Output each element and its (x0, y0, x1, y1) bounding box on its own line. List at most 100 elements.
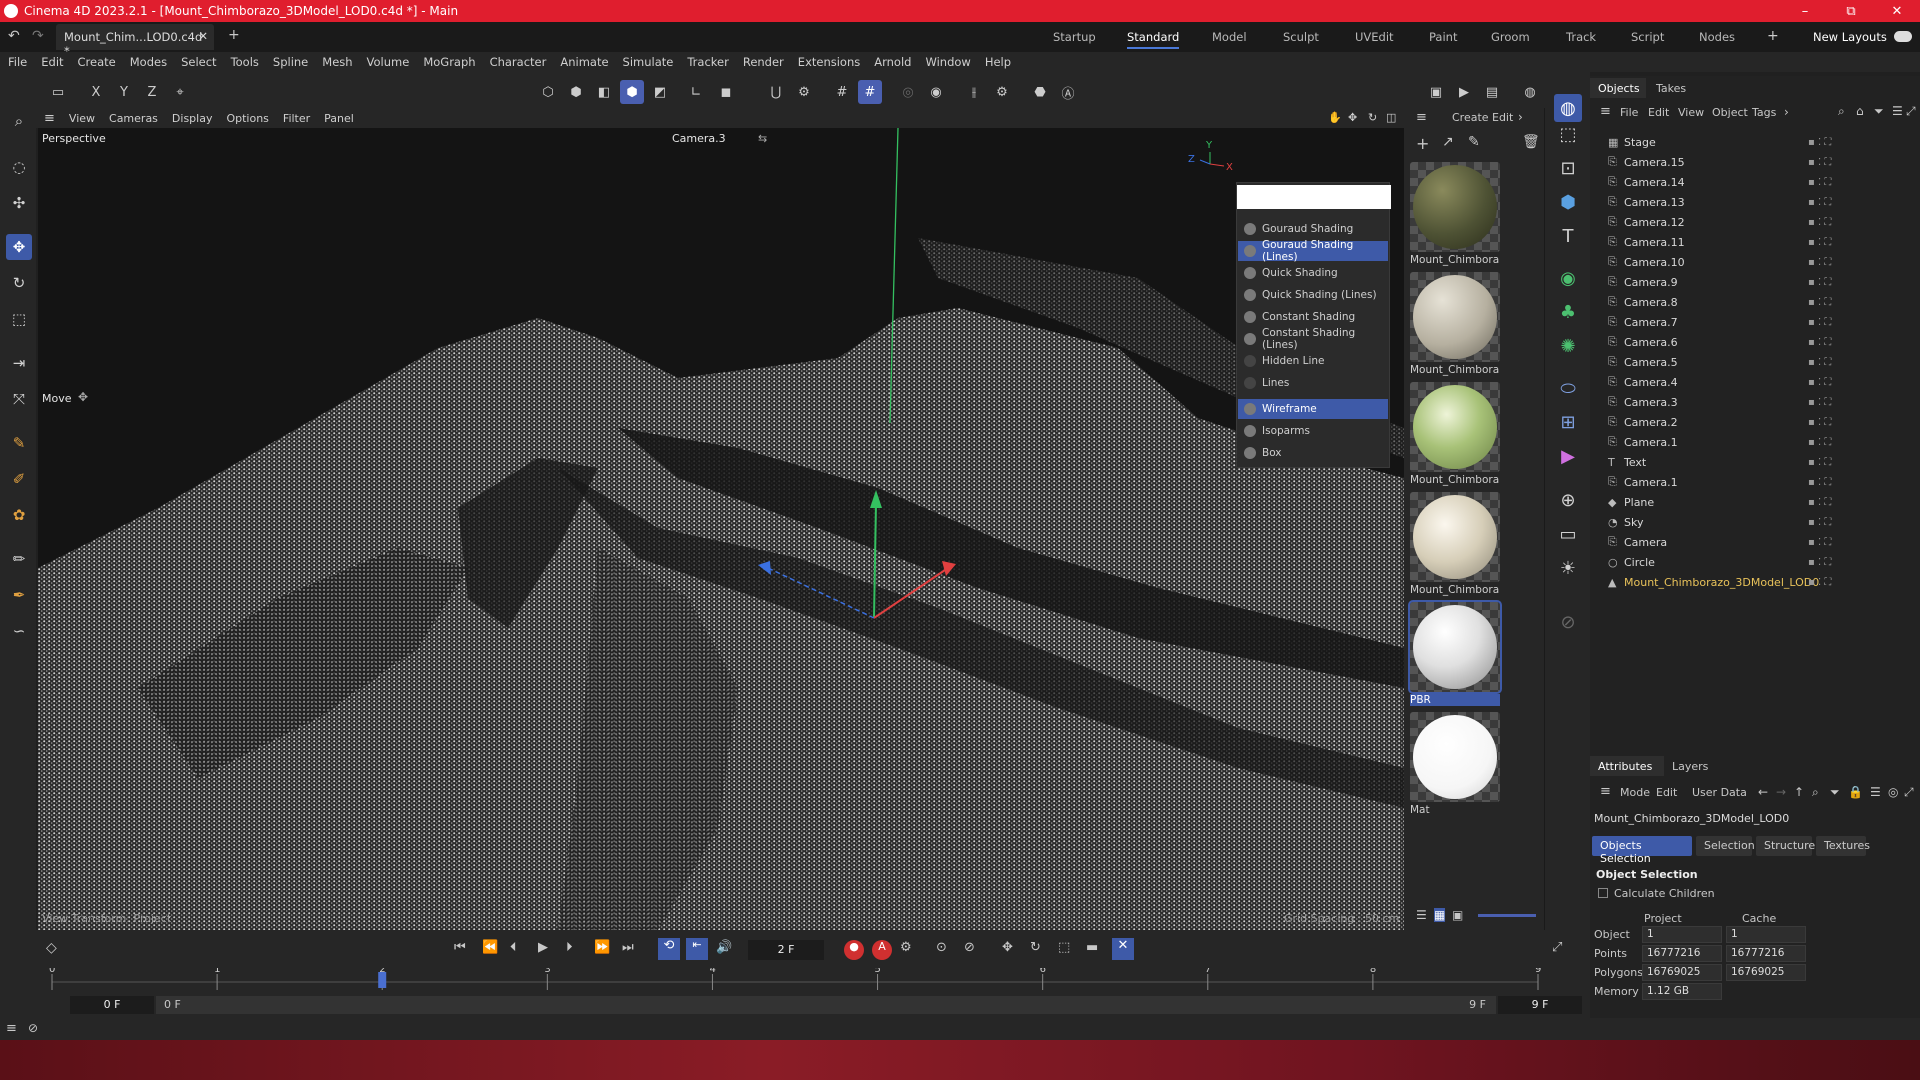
timeline-playhead[interactable] (378, 972, 387, 988)
spline-sketch-icon[interactable]: ✐ (6, 466, 32, 492)
next-key-icon[interactable]: ⏩ (594, 940, 610, 955)
menu-tracker[interactable]: Tracker (687, 55, 729, 69)
status-menu-icon[interactable]: ≡ (6, 1021, 17, 1036)
end-frame-field[interactable]: 9 F (1498, 996, 1582, 1014)
field-icon[interactable]: ⊞ (1554, 408, 1582, 436)
forward-arrow-icon[interactable]: → (1776, 785, 1786, 799)
object-visibility-flags[interactable]: ▪ ⁚ ⛶ (1808, 517, 1831, 528)
scene-camera-icon[interactable]: ▭ (1554, 520, 1582, 548)
viewport-solo-icon[interactable]: ⬣ (1028, 80, 1052, 104)
object-visibility-flags[interactable]: ▪ ⁚ ⛶ (1808, 257, 1831, 268)
prev-key-icon[interactable]: ⏪ (482, 940, 498, 955)
axis-y-button[interactable]: Y (112, 80, 136, 104)
object-row[interactable]: ⎘ Camera.1 ▪ ⁚ ⛶ (1590, 472, 1920, 492)
autokey-icon[interactable]: A (872, 940, 892, 960)
solo-mode-icon[interactable]: ◼ (714, 80, 738, 104)
close-tab-icon[interactable]: ✕ (198, 29, 208, 43)
menu-tools[interactable]: Tools (231, 55, 259, 69)
attributes-menu-user-data[interactable]: User Data (1692, 786, 1747, 799)
objects-menu-edit[interactable]: Edit (1648, 106, 1669, 119)
menu-mograph[interactable]: MoGraph (423, 55, 475, 69)
material-item[interactable]: Mount_Chimbora: (1410, 162, 1500, 266)
shading-quick-lines[interactable]: Quick Shading (Lines) (1238, 285, 1388, 305)
menu-extensions[interactable]: Extensions (798, 55, 860, 69)
layout-groom[interactable]: Groom (1491, 30, 1530, 44)
menu-edit[interactable]: Edit (41, 55, 63, 69)
object-visibility-flags[interactable]: ▪ ⁚ ⛶ (1808, 477, 1831, 488)
objects-options-icon[interactable]: ☰ (1892, 104, 1903, 118)
environment-icon[interactable]: ⊕ (1554, 486, 1582, 514)
arnold-icon[interactable]: Ⓐ (1056, 80, 1080, 104)
layout-toggle[interactable] (1894, 31, 1912, 42)
shading-gouraud-lines[interactable]: Gouraud Shading (Lines) (1238, 239, 1388, 263)
object-visibility-flags[interactable]: ▪ ⁚ ⛶ (1808, 297, 1831, 308)
deformer-icon[interactable]: ⬭ (1554, 374, 1582, 402)
object-row[interactable]: ⎘ Camera.6 ▪ ⁚ ⛶ (1590, 332, 1920, 352)
snap-icon[interactable]: ⋃ (764, 80, 788, 104)
axis-z-button[interactable]: Z (140, 80, 164, 104)
object-row[interactable]: ▲ Mount_Chimborazo_3DModel_LOD0 ▪ ⁚ ⛶ (1590, 572, 1920, 592)
object-row[interactable]: ⎘ Camera.9 ▪ ⁚ ⛶ (1590, 272, 1920, 292)
layout-model[interactable]: Model (1212, 30, 1247, 44)
objects-more-icon[interactable]: › (1784, 105, 1789, 119)
object-row[interactable]: ⎘ Camera ▪ ⁚ ⛶ (1590, 532, 1920, 552)
object-visibility-flags[interactable]: ▪ ⁚ ⛶ (1808, 557, 1831, 568)
object-row[interactable]: ◆ Plane ▪ ⁚ ⛶ (1590, 492, 1920, 512)
shading-quick[interactable]: Quick Shading (1238, 263, 1388, 283)
shading-isoparms[interactable]: Isoparms (1238, 421, 1388, 441)
viewport-menu-panel[interactable]: Panel (324, 112, 354, 125)
quantize-icon[interactable]: ◉ (924, 80, 948, 104)
key-position-icon[interactable]: ⊙ (936, 940, 947, 955)
objects-home-icon[interactable]: ⌂ (1856, 104, 1864, 118)
axis-mode-icon[interactable]: ∟ (684, 80, 708, 104)
coordinate-system-icon[interactable]: ⌖ (168, 80, 192, 104)
sound-icon[interactable]: 🔊 (716, 940, 732, 955)
object-visibility-flags[interactable]: ▪ ⁚ ⛶ (1808, 577, 1831, 588)
layout-paint[interactable]: Paint (1429, 30, 1457, 44)
object-visibility-flags[interactable]: ▪ ⁚ ⛶ (1808, 537, 1831, 548)
objects-filter-icon[interactable]: ⏷ (1874, 104, 1884, 119)
mograph-cloner-icon[interactable]: ♣ (1554, 298, 1582, 326)
menu-character[interactable]: Character (490, 55, 547, 69)
text-tool-icon[interactable]: T (1554, 222, 1582, 250)
key-param-icon[interactable]: ▬ (1086, 940, 1098, 955)
object-visibility-flags[interactable]: ▪ ⁚ ⛶ (1808, 197, 1831, 208)
add-tab-icon[interactable]: + (228, 27, 240, 43)
object-visibility-flags[interactable]: ▪ ⁚ ⛶ (1808, 437, 1831, 448)
layout-standard[interactable]: Standard (1127, 30, 1180, 49)
grid-view-icon[interactable]: ▦ (1434, 908, 1446, 922)
move-view-icon[interactable]: ✥ (1348, 111, 1357, 124)
object-row[interactable]: ⎘ Camera.4 ▪ ⁚ ⛶ (1590, 372, 1920, 392)
disabled-tool-icon[interactable]: ⊘ (1554, 608, 1582, 636)
brush-tool-icon[interactable]: ✏ (6, 546, 32, 572)
object-row[interactable]: ⎘ Camera.3 ▪ ⁚ ⛶ (1590, 392, 1920, 412)
menu-volume[interactable]: Volume (367, 55, 410, 69)
list-view-icon[interactable]: ☰ (1416, 908, 1427, 922)
material-item[interactable]: Mount_Chimbora: (1410, 492, 1500, 596)
viewport-menu-cameras[interactable]: Cameras (109, 112, 158, 125)
object-visibility-flags[interactable]: ▪ ⁚ ⛶ (1808, 457, 1831, 468)
transform-tool-icon[interactable]: ⤧ (6, 386, 32, 412)
tab-objects[interactable]: Objects (1590, 78, 1646, 98)
model-mode-icon[interactable]: ⬢ (620, 80, 644, 104)
zoom-slider[interactable] (1478, 914, 1536, 917)
layout-sculpt[interactable]: Sculpt (1283, 30, 1319, 44)
shading-search-field[interactable] (1237, 185, 1391, 209)
lock-icon[interactable]: ◎ (896, 80, 920, 104)
lasso-icon[interactable]: ◍ (1554, 94, 1582, 122)
preview-range-icon[interactable]: ⇤ (686, 938, 708, 960)
attributes-menu-edit[interactable]: Edit (1656, 786, 1677, 799)
menu-modes[interactable]: Modes (130, 55, 167, 69)
rotate-tool-icon[interactable]: ↻ (6, 270, 32, 296)
new-layouts-label[interactable]: New Layouts (1813, 30, 1887, 44)
minimize-button[interactable]: – (1782, 0, 1828, 22)
object-visibility-flags[interactable]: ▪ ⁚ ⛶ (1808, 317, 1831, 328)
grid-icon[interactable]: # (830, 80, 854, 104)
material-menu-icon[interactable]: ≡ (1416, 110, 1427, 125)
magnet-tool-icon[interactable]: ∽ (6, 618, 32, 644)
snap-settings-icon[interactable]: ⚙ (792, 80, 816, 104)
objects-menu-tags[interactable]: Tags (1752, 106, 1776, 119)
move-tool-icon[interactable]: ✥ (6, 234, 32, 260)
light-icon[interactable]: ☀ (1554, 554, 1582, 582)
attributes-menu-mode[interactable]: Mode (1620, 786, 1650, 799)
